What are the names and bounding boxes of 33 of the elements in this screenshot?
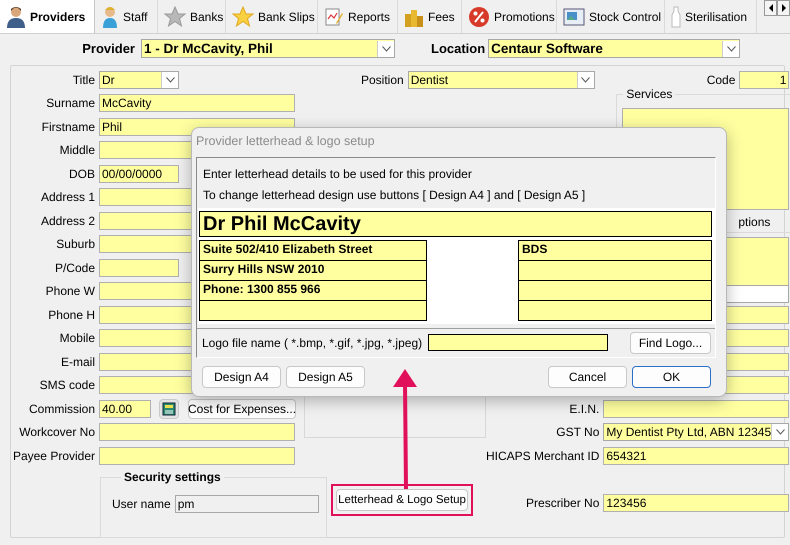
field-label: Prescriber No <box>526 496 600 510</box>
field-label: P/Code <box>54 260 95 275</box>
dialog-title: Provider letterhead & logo setup <box>195 133 376 150</box>
field-label: Position <box>361 72 404 87</box>
field-label: Address 2 <box>40 214 95 228</box>
field-label: User name <box>112 496 171 510</box>
field-label: Surname <box>45 96 95 110</box>
field-label: Suburb <box>55 237 95 252</box>
field-label: Mobile <box>58 331 95 346</box>
field-label: E-mail <box>60 354 95 369</box>
option-label: ptions <box>737 214 772 228</box>
field-label: Provider <box>81 41 135 56</box>
field-label: Commission <box>28 402 95 416</box>
field-label: Firstname <box>40 120 95 134</box>
field-label: DOB <box>68 166 95 181</box>
instruction-text: Enter letterhead details to be used for this provider <box>203 166 473 183</box>
field-label: Location <box>431 41 486 56</box>
field-label: Workcover No <box>18 425 95 440</box>
field-label: Title <box>72 72 95 87</box>
field-label: E.I.N. <box>569 402 600 416</box>
field-label: HICAPS Merchant ID <box>486 448 600 463</box>
field-label: GST No <box>556 425 600 440</box>
field-label: Logo file name ( *.bmp, *.gif, *.jpg, *.jpeg) <box>202 336 422 350</box>
group-title: Security settings <box>121 470 224 484</box>
field-label: Phone H <box>47 308 95 322</box>
field-label: Address 1 <box>40 190 95 204</box>
field-label: Phone W <box>44 284 95 298</box>
field-label: Code <box>706 72 736 87</box>
instruction-text: To change letterhead design use buttons [ Design A4 ] and [ Design A5 ] <box>203 187 586 204</box>
group-title: Services <box>623 86 676 100</box>
field-label: SMS code <box>38 378 95 392</box>
field-label: Middle <box>58 143 95 158</box>
field-label: Payee Provider <box>12 448 95 463</box>
